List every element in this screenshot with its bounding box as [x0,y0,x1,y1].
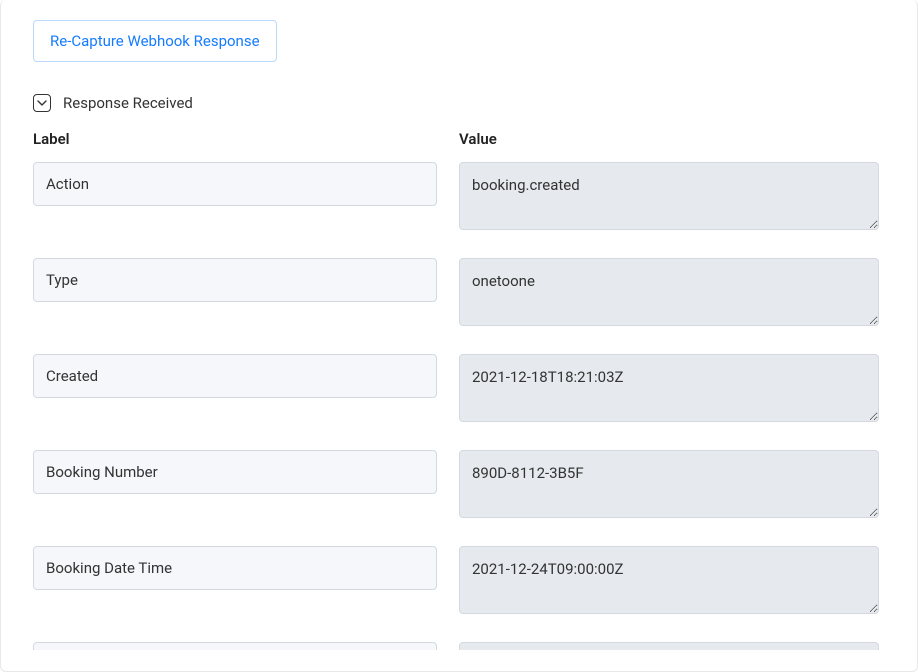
value-textarea[interactable] [459,642,879,650]
value-textarea[interactable]: 2021-12-18T18:21:03Z [459,354,879,422]
table-row: onetoone [33,258,879,330]
recapture-webhook-button[interactable]: Re-Capture Webhook Response [33,20,277,62]
label-input[interactable] [33,162,437,206]
value-textarea[interactable]: 2021-12-24T09:00:00Z [459,546,879,614]
label-input[interactable] [33,546,437,590]
chevron-down-icon [37,100,47,107]
header-label: Label [33,130,459,148]
label-input[interactable] [33,354,437,398]
section-title: Response Received [63,94,193,112]
header-value: Value [459,130,885,148]
value-textarea[interactable]: 890D-8112-3B5F [459,450,879,518]
table-row: 2021-12-24T09:00:00Z [33,546,879,618]
collapse-toggle[interactable] [33,94,51,112]
label-input[interactable] [33,642,437,650]
table-header: Label Value [33,130,885,148]
value-textarea[interactable]: onetoone [459,258,879,326]
table-row: 2021-12-18T18:21:03Z [33,354,879,426]
label-input[interactable] [33,450,437,494]
table-row: 890D-8112-3B5F [33,450,879,522]
value-textarea[interactable]: booking.created [459,162,879,230]
section-header: Response Received [33,94,885,112]
rows-scroll-area[interactable]: booking.created onetoone 2021-12-18T18:2… [33,162,885,650]
table-row: booking.created [33,162,879,234]
table-row [33,642,879,650]
webhook-panel: Re-Capture Webhook Response Response Rec… [0,0,918,672]
label-input[interactable] [33,258,437,302]
